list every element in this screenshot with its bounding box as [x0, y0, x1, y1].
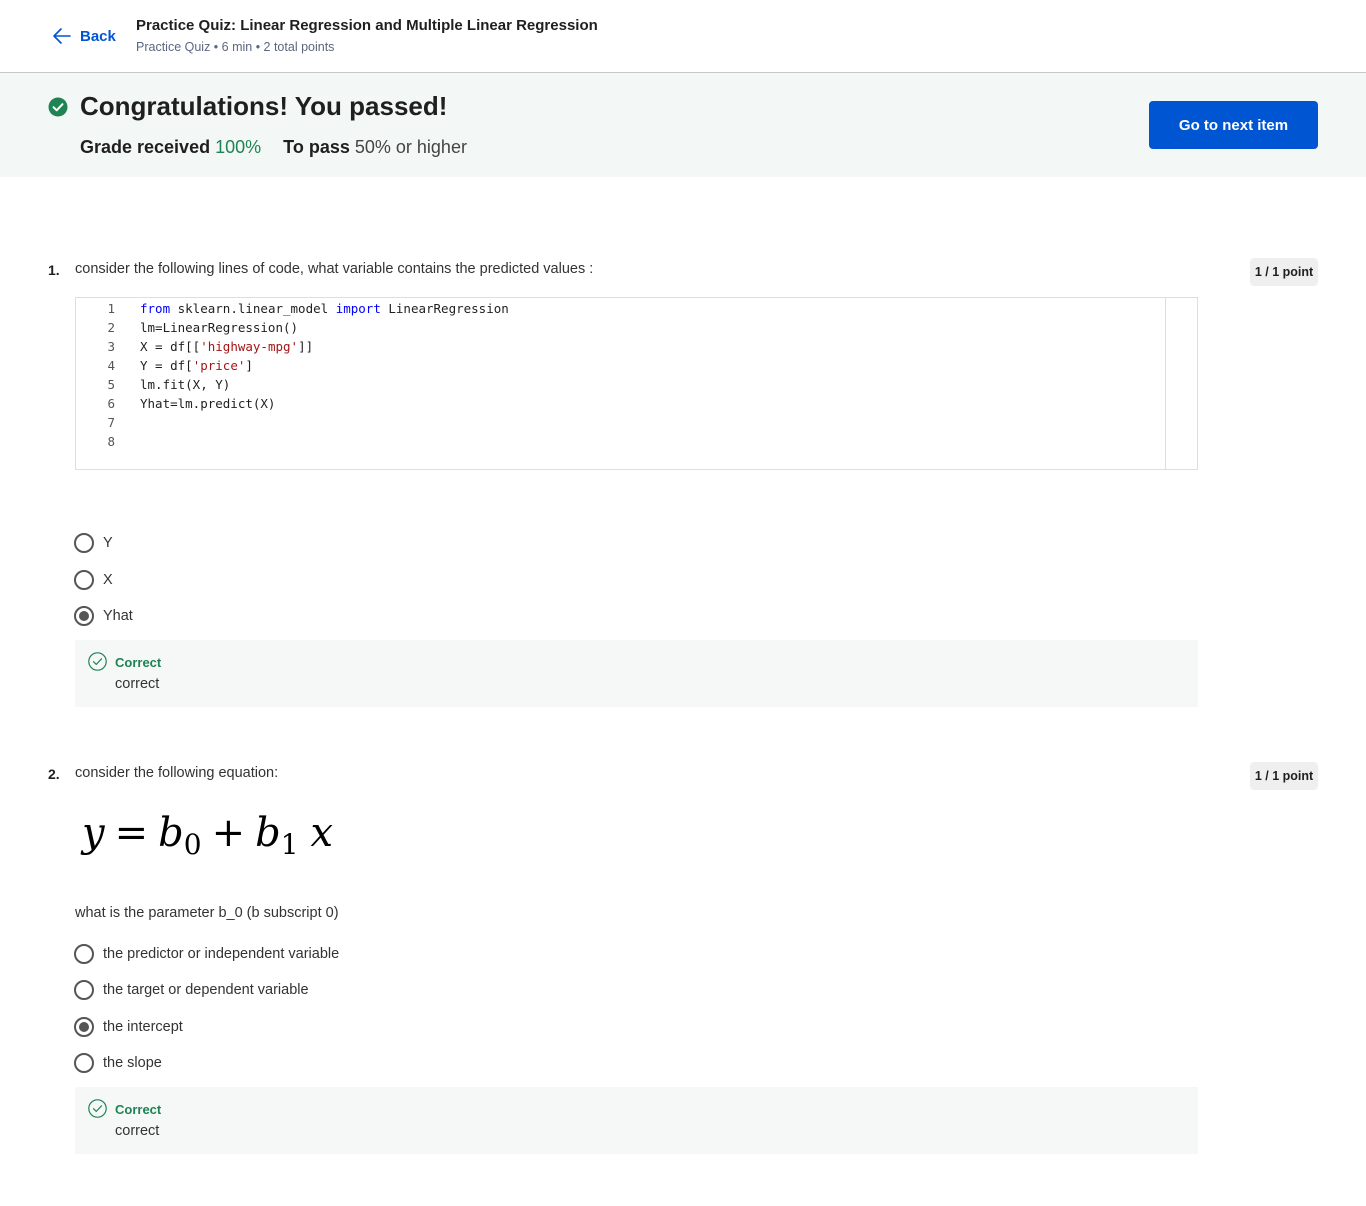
option-predictor[interactable]: the predictor or independent variable [74, 943, 339, 965]
option-x[interactable]: X [74, 569, 113, 591]
code-editor[interactable]: 1 from sklearn.linear_model import Linear… [75, 297, 1198, 470]
equation-y: y [82, 810, 105, 856]
option-intercept[interactable]: the intercept [74, 1016, 183, 1038]
option-target[interactable]: the target or dependent variable [74, 979, 309, 1001]
quiz-header: Back Practice Quiz: Linear Regression an… [0, 0, 1366, 73]
code-source: Y = df['price'] [140, 358, 253, 373]
option-label: the target or dependent variable [103, 982, 309, 998]
radio-button[interactable] [74, 533, 94, 553]
code-line: 2 lm=LinearRegression() [76, 320, 1156, 339]
line-number: 4 [107, 358, 115, 373]
option-yhat[interactable]: Yhat [74, 605, 133, 627]
code-source: X = df[['highway-mpg']] [140, 339, 313, 354]
feedback-title: Correct [115, 1102, 162, 1117]
code-source: lm=LinearRegression() [140, 320, 298, 335]
option-label: Y [103, 535, 113, 551]
code-scrollbar[interactable] [1165, 298, 1197, 469]
code-token: Yhat=lm.predict(X) [140, 396, 276, 411]
code-token: lm=LinearRegression() [140, 320, 299, 335]
equation-plus: + [211, 810, 246, 856]
radio-button[interactable] [74, 944, 94, 964]
equation-b1: b [255, 810, 281, 856]
code-line: 6 Yhat=lm.predict(X) [76, 396, 1156, 415]
equation-b0: b [158, 810, 184, 856]
grade-label: Grade received [80, 137, 211, 157]
page-subtitle: Practice Quiz • 6 min • 2 total points [136, 40, 335, 54]
feedback-body: correct [115, 676, 160, 692]
feedback-body: correct [115, 1123, 160, 1139]
code-source: lm.fit(X, Y) [140, 377, 230, 392]
feedback-correct: Correct correct [75, 1087, 1198, 1154]
code-string: 'price' [192, 358, 246, 373]
equation-image: y = b0 + b1 x [82, 810, 333, 861]
code-token: Y = df[ [140, 358, 193, 373]
check-circle-icon [48, 97, 68, 122]
equation-equals: = [114, 810, 149, 856]
back-button[interactable]: Back [52, 25, 116, 47]
code-keyword: import [335, 301, 381, 316]
equation-b1-sub: 1 [280, 828, 299, 861]
code-token: sklearn.linear_model [170, 301, 336, 316]
points-badge: 1 / 1 point [1250, 258, 1318, 286]
code-line: 4 Y = df['price'] [76, 358, 1156, 377]
question-prompt: what is the parameter b_0 (b subscript 0… [75, 905, 339, 921]
radio-button[interactable] [74, 570, 94, 590]
line-number: 6 [107, 396, 115, 411]
equation-b0-sub: 0 [183, 828, 202, 861]
question-number: 1. [48, 262, 60, 278]
option-slope[interactable]: the slope [74, 1052, 162, 1074]
equation-x: x [310, 810, 334, 856]
question-number: 2. [48, 766, 60, 782]
pass-label: To pass [283, 137, 350, 157]
code-token: X = df[[ [140, 339, 201, 354]
line-number: 5 [107, 377, 115, 392]
pass-value: 50% or higher [354, 137, 467, 157]
pass-title: Congratulations! You passed! [80, 91, 448, 121]
code-line: 1 from sklearn.linear_model import Linear… [76, 301, 1156, 320]
line-number: 7 [107, 415, 115, 430]
option-label: Yhat [103, 608, 133, 624]
check-circle-outline-icon [88, 652, 107, 676]
line-number: 2 [107, 320, 115, 335]
feedback-title: Correct [115, 655, 162, 670]
option-label: the predictor or independent variable [103, 946, 340, 962]
code-token: ]] [298, 339, 314, 354]
grade-value: 100% [215, 137, 262, 157]
radio-button[interactable] [74, 1017, 94, 1037]
check-circle-outline-icon [88, 1099, 107, 1123]
code-keyword: from [140, 301, 171, 316]
option-label: X [103, 572, 113, 588]
radio-button[interactable] [74, 606, 94, 626]
code-source: from sklearn.linear_model import LinearR… [140, 301, 509, 316]
question-text: consider the following equation: [75, 765, 279, 781]
feedback-correct: Correct correct [75, 640, 1198, 707]
line-number: 1 [107, 301, 115, 316]
line-number: 8 [107, 434, 115, 449]
option-label: the intercept [103, 1019, 183, 1035]
question-text: consider the following lines of code, wh… [75, 261, 594, 277]
grade-summary: Grade received 100% To pass 50% or highe… [80, 137, 467, 158]
code-token: LinearRegression [380, 301, 509, 316]
code-line: 5 lm.fit(X, Y) [76, 377, 1156, 396]
code-string: 'highway-mpg' [200, 339, 299, 354]
back-label: Back [80, 27, 116, 45]
next-item-button[interactable]: Go to next item [1149, 101, 1318, 149]
option-label: the slope [103, 1055, 162, 1071]
code-source: Yhat=lm.predict(X) [140, 396, 275, 411]
option-y[interactable]: Y [74, 532, 113, 554]
radio-button[interactable] [74, 1053, 94, 1073]
code-line: 3 X = df[['highway-mpg']] [76, 339, 1156, 358]
radio-button[interactable] [74, 980, 94, 1000]
line-number: 3 [107, 339, 115, 354]
page-title: Practice Quiz: Linear Regression and Mul… [136, 17, 598, 34]
code-token: ] [245, 358, 253, 373]
arrow-left-icon [52, 27, 72, 45]
points-badge: 1 / 1 point [1250, 762, 1318, 790]
code-line: 8 [76, 434, 1156, 453]
code-line: 7 [76, 415, 1156, 434]
code-token: lm.fit(X, Y) [140, 377, 231, 392]
